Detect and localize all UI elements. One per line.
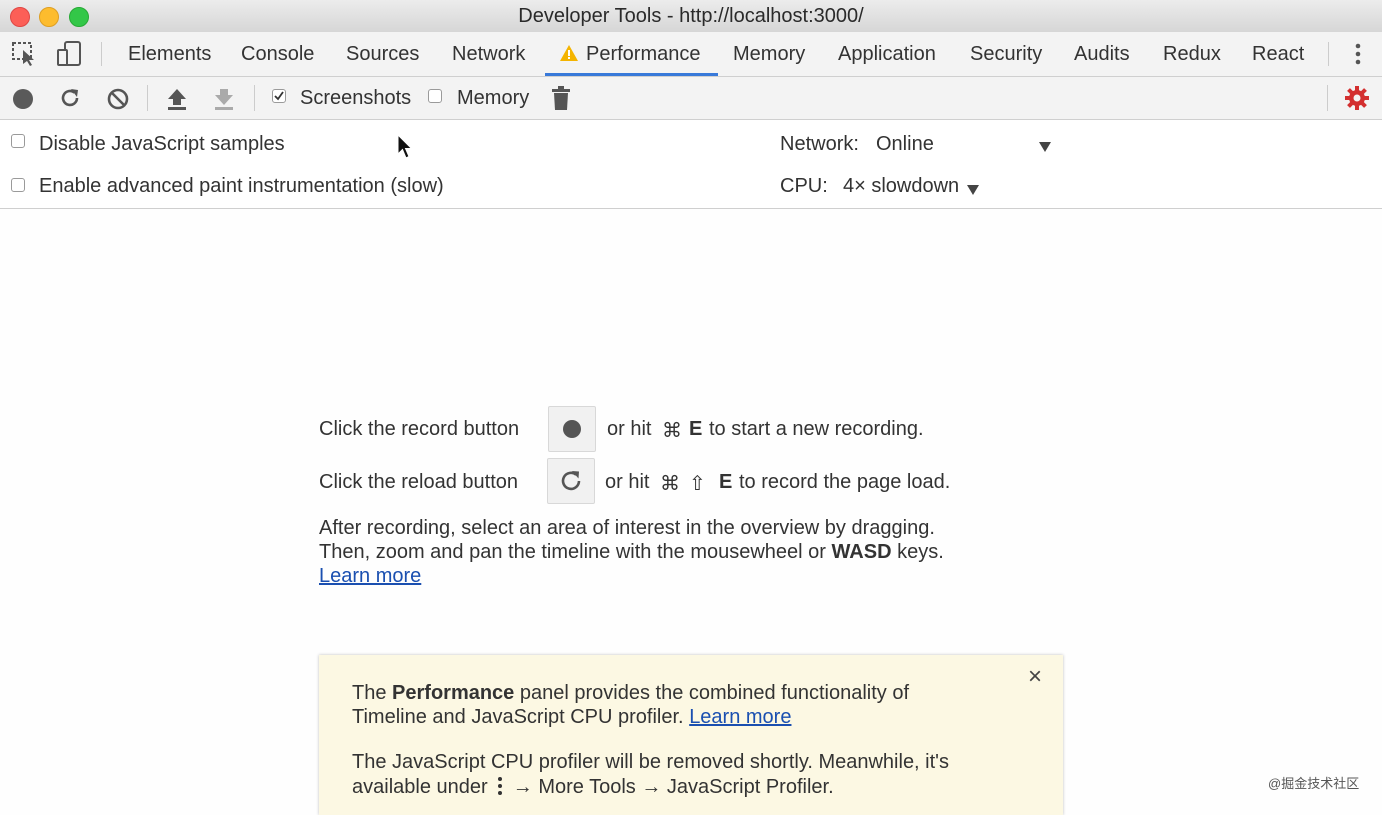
record-key: E (689, 418, 703, 440)
memory-checkbox[interactable] (428, 89, 442, 103)
notice-line-3: The JavaScript CPU profiler will be remo… (352, 751, 949, 773)
window-title-bar: Developer Tools - http://localhost:3000/ (0, 0, 1382, 33)
capture-settings-pane: Disable JavaScript samples Enable advanc… (0, 120, 1382, 209)
tab-elements[interactable]: Elements (128, 32, 211, 76)
tab-audits[interactable]: Audits (1074, 32, 1130, 76)
notice-text: Timeline and JavaScript CPU profiler. (352, 706, 684, 728)
toolbar-divider (1328, 42, 1329, 66)
notice-close-button[interactable]: × (1028, 663, 1042, 691)
tab-sources[interactable]: Sources (346, 32, 419, 76)
disable-js-samples-label: Disable JavaScript samples (39, 133, 285, 155)
record-button-icon[interactable] (12, 88, 34, 116)
tab-redux[interactable]: Redux (1163, 32, 1221, 76)
tab-network[interactable]: Network (452, 32, 525, 76)
capture-settings-gear-icon[interactable] (1344, 85, 1370, 117)
toolbar-divider (254, 85, 255, 111)
reload-instruction-text: Click the reload button (319, 471, 519, 493)
performance-panel-notice: The Performance panel provides the combi… (319, 655, 1063, 815)
record-hint-text: or hit (607, 418, 652, 440)
clear-icon[interactable] (106, 87, 130, 117)
tab-react[interactable]: React (1252, 32, 1304, 76)
record-hint-text-end: to start a new recording. (709, 418, 924, 440)
tab-application[interactable]: Application (838, 32, 936, 76)
more-options-icon (498, 777, 503, 795)
zoom-hint-text-end: keys. (897, 541, 944, 563)
window-title: Developer Tools - http://localhost:3000/ (518, 5, 864, 27)
load-profile-icon[interactable] (166, 87, 188, 117)
memory-label: Memory (457, 87, 530, 109)
disable-js-samples-checkbox[interactable] (11, 134, 25, 148)
tab-memory[interactable]: Memory (733, 32, 805, 76)
warning-icon (559, 44, 579, 68)
performance-toolbar: Screenshots Memory (0, 77, 1382, 120)
notice-panel-name: Performance (392, 682, 515, 704)
command-key-glyph: ⌘ (660, 473, 680, 495)
watermark: @掘金技术社区 (1268, 776, 1360, 791)
more-options-icon[interactable] (1350, 42, 1366, 72)
network-throttle-select[interactable]: Online (876, 133, 934, 156)
reload-hint-text-end: to record the page load. (739, 471, 951, 493)
device-toolbar-icon[interactable] (57, 41, 83, 73)
network-throttle-label: Network: (780, 133, 859, 155)
reload-key: E (719, 471, 733, 493)
advanced-paint-label: Enable advanced paint instrumentation (s… (39, 175, 444, 197)
inspect-element-icon[interactable] (12, 42, 38, 72)
tab-console[interactable]: Console (241, 32, 314, 76)
command-key-glyph: ⌘ (662, 420, 682, 442)
cpu-throttle-label: CPU: (780, 175, 828, 197)
panel-tab-bar: Elements Console Sources Network Perform… (0, 32, 1382, 77)
notice-text: available under (352, 776, 488, 798)
chevron-down-icon[interactable] (1038, 136, 1052, 159)
notice-line-2: Timeline and JavaScript CPU profiler. Le… (352, 706, 791, 729)
screenshots-checkbox[interactable] (272, 89, 286, 103)
mouse-cursor-icon (397, 133, 413, 166)
wasd-keys: WASD (831, 541, 892, 563)
reload-hint-text: or hit (605, 471, 650, 493)
learn-more-link[interactable]: Learn more (319, 565, 421, 588)
landing-reload-button[interactable] (547, 458, 595, 504)
overview-hint-line: After recording, select an area of inter… (319, 517, 935, 539)
reload-record-icon[interactable] (59, 87, 81, 115)
toolbar-divider (1327, 85, 1328, 111)
notice-text: → More Tools → JavaScript Profiler. (512, 776, 834, 798)
landing-record-button[interactable] (548, 406, 596, 452)
shift-key-glyph: ⇧ (689, 473, 706, 495)
notice-line-1: The Performance panel provides the combi… (352, 682, 909, 705)
tab-performance[interactable]: Performance (586, 32, 701, 76)
tab-security[interactable]: Security (970, 32, 1042, 76)
zoom-hint-text: Then, zoom and pan the timeline with the… (319, 541, 826, 563)
active-tab-indicator (545, 73, 718, 76)
collect-garbage-icon[interactable] (551, 85, 571, 117)
notice-learn-more-link[interactable]: Learn more (689, 706, 791, 728)
record-instruction-text: Click the record button (319, 418, 520, 440)
advanced-paint-checkbox[interactable] (11, 178, 25, 192)
toolbar-divider (101, 42, 102, 66)
zoom-hint-line: Then, zoom and pan the timeline with the… (319, 541, 944, 564)
cpu-throttle-select[interactable]: 4× slowdown (843, 175, 959, 198)
screenshots-label: Screenshots (300, 87, 412, 109)
chevron-down-icon[interactable] (966, 179, 980, 202)
notice-text: The (352, 682, 387, 704)
save-profile-icon[interactable] (213, 87, 235, 117)
notice-text: panel provides the combined functionalit… (519, 682, 910, 704)
toolbar-divider (147, 85, 148, 111)
notice-line-4: available under → More Tools → JavaScrip… (352, 775, 834, 799)
